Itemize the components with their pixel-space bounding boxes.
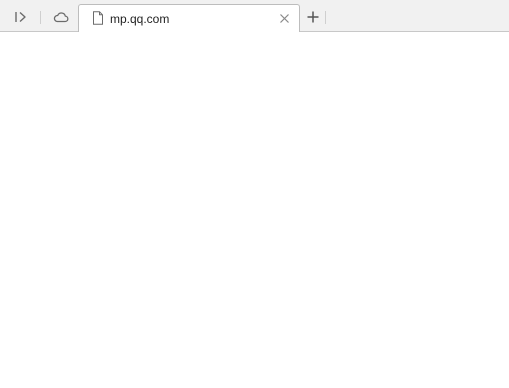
- cloud-sync-button[interactable]: [50, 8, 72, 26]
- close-icon[interactable]: [279, 13, 290, 24]
- chevron-right-bar-icon: [15, 11, 26, 23]
- new-tab-button[interactable]: [304, 8, 322, 26]
- cloud-icon: [53, 12, 69, 23]
- tab-bar: mp.qq.com: [0, 0, 509, 33]
- page-content: [0, 32, 509, 388]
- sidebar-toggle-button[interactable]: [10, 8, 32, 26]
- tab-mp-qq-com[interactable]: mp.qq.com: [78, 4, 300, 33]
- document-icon: [93, 11, 103, 25]
- toolbar-separator: [40, 11, 41, 24]
- toolbar-separator: [325, 11, 326, 24]
- tab-title: mp.qq.com: [110, 12, 170, 26]
- plus-icon: [307, 11, 319, 23]
